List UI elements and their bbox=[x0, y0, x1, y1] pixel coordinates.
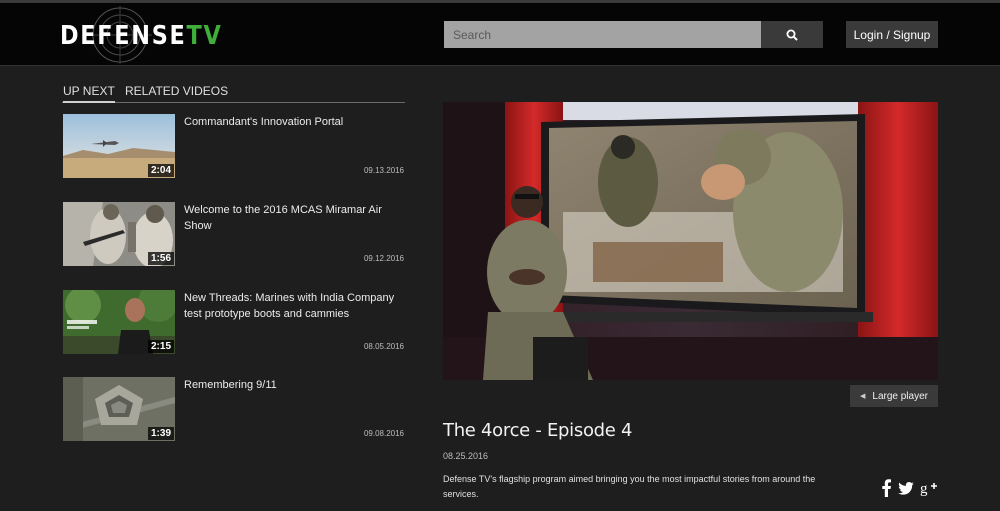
video-main-title: The 4orce - Episode 4 bbox=[443, 420, 633, 441]
video-player[interactable] bbox=[443, 102, 938, 380]
video-date: 09.08.2016 bbox=[363, 429, 404, 438]
site-header: DEFENSETV Login / Signup bbox=[0, 3, 1000, 66]
search-button[interactable] bbox=[761, 21, 823, 48]
large-player-button[interactable]: ◀ Large player bbox=[850, 385, 938, 407]
video-list-item[interactable]: 1:39 Remembering 9/11 09.08.2016 bbox=[62, 377, 405, 443]
video-title[interactable]: Welcome to the 2016 MCAS Miramar Air Sho… bbox=[184, 202, 402, 234]
video-date: 09.13.2016 bbox=[363, 166, 404, 175]
video-duration: 1:39 bbox=[147, 427, 174, 440]
video-title[interactable]: Remembering 9/11 bbox=[184, 377, 402, 393]
video-duration: 2:15 bbox=[147, 340, 174, 353]
svg-text:g: g bbox=[920, 481, 928, 496]
search-icon bbox=[786, 29, 798, 41]
video-date: 08.05.2016 bbox=[363, 342, 404, 351]
video-list-item[interactable]: 1:56 Welcome to the 2016 MCAS Miramar Ai… bbox=[62, 202, 405, 268]
video-list-item[interactable]: 2:04 Commandant's Innovation Portal 09.1… bbox=[62, 114, 405, 180]
video-duration: 2:04 bbox=[147, 164, 174, 177]
tab-up-next[interactable]: UP NEXT bbox=[63, 84, 115, 103]
social-share-links: g bbox=[878, 479, 940, 499]
search-input[interactable] bbox=[444, 21, 761, 48]
large-player-label: Large player bbox=[872, 390, 928, 402]
video-thumbnail[interactable]: 2:04 bbox=[63, 114, 175, 178]
caret-left-icon: ◀ bbox=[860, 393, 866, 400]
video-list-item[interactable]: 2:15 New Threads: Marines with India Com… bbox=[62, 290, 405, 356]
video-duration: 1:56 bbox=[147, 252, 174, 265]
video-main-date: 08.25.2016 bbox=[443, 451, 489, 461]
video-thumbnail[interactable]: 1:39 bbox=[63, 377, 175, 441]
tab-related-videos[interactable]: RELATED VIDEOS bbox=[125, 84, 228, 98]
defense-tv-logo[interactable]: DEFENSETV bbox=[60, 6, 221, 66]
video-date: 09.12.2016 bbox=[363, 254, 404, 263]
google-plus-icon[interactable]: g bbox=[920, 480, 938, 501]
logo-wordmark-accent: TV bbox=[186, 21, 223, 51]
twitter-icon[interactable] bbox=[898, 482, 914, 500]
facebook-icon[interactable] bbox=[882, 479, 891, 502]
video-title[interactable]: Commandant's Innovation Portal bbox=[184, 114, 402, 130]
video-title[interactable]: New Threads: Marines with India Company … bbox=[184, 290, 402, 322]
login-signup-button[interactable]: Login / Signup bbox=[846, 21, 938, 48]
video-tabs: UP NEXT RELATED VIDEOS bbox=[62, 84, 405, 103]
logo-wordmark-main: DEFENSE bbox=[60, 21, 187, 51]
video-main-description: Defense TV's flagship program aimed brin… bbox=[443, 474, 816, 499]
video-thumbnail[interactable]: 1:56 bbox=[63, 202, 175, 266]
video-thumbnail[interactable]: 2:15 bbox=[63, 290, 175, 354]
logo-wordmark: DEFENSETV bbox=[60, 21, 223, 51]
